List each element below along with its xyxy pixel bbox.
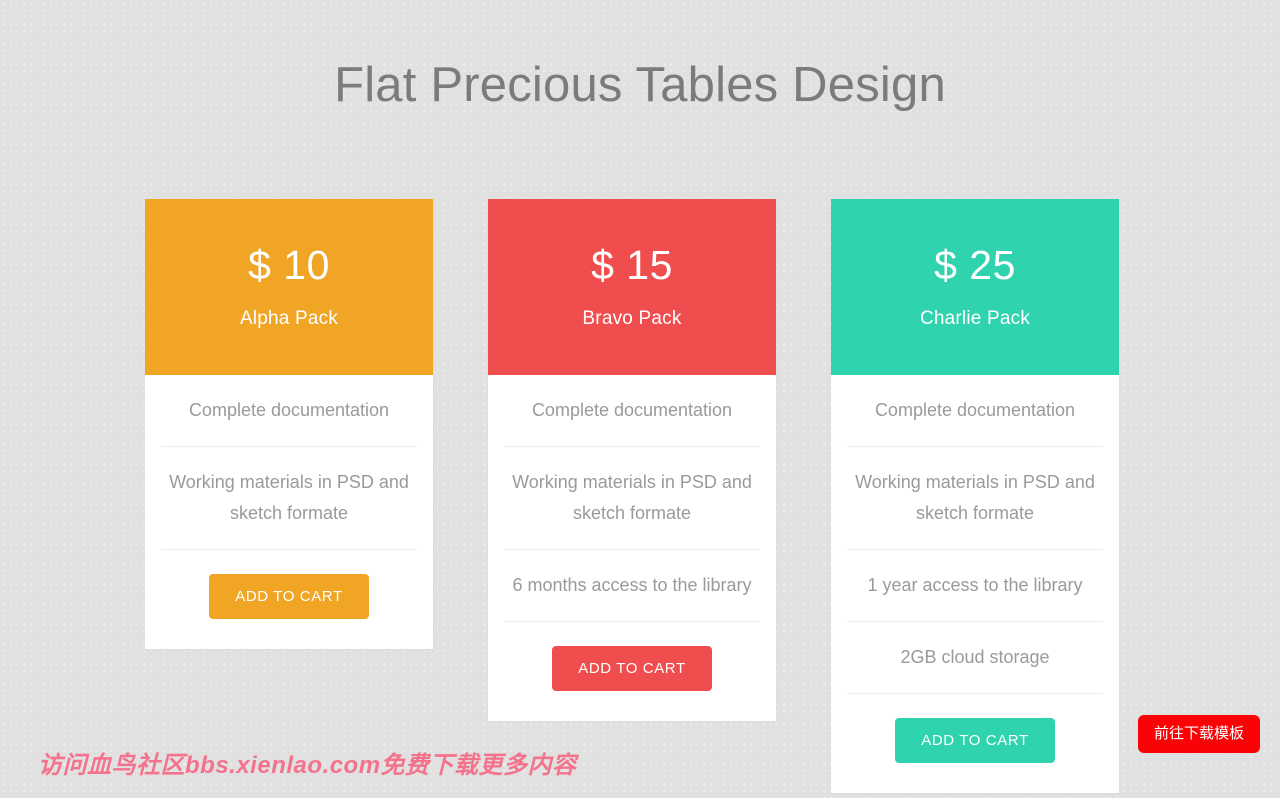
card-feature-item: Complete documentation [504, 375, 760, 447]
card-plan-name: Bravo Pack [582, 307, 682, 329]
page-title: Flat Precious Tables Design [334, 58, 946, 112]
pricing-card: $ 25 Charlie Pack Complete documentation Wo… [831, 199, 1119, 793]
pricing-cards-container: $ 10 Alpha Pack Complete documentation Work… [145, 199, 1135, 793]
card-feature-item: Working materials in PSD and sketch form… [847, 447, 1103, 550]
card-feature-item: 6 months access to the library [504, 550, 760, 622]
card-feature-item: 2GB cloud storage [847, 622, 1103, 694]
add-to-cart-button[interactable]: ADD TO CART [552, 645, 712, 691]
download-template-button[interactable]: 前往下载模板 [1137, 715, 1260, 753]
card-header: $ 15 Bravo Pack [488, 199, 776, 375]
card-price: $ 15 [591, 241, 673, 288]
card-header: $ 25 Charlie Pack [831, 199, 1119, 375]
watermark-text: 访问血鸟社区bbs.xienlao.com免费下载更多内容 [38, 752, 577, 779]
add-to-cart-button[interactable]: ADD TO CART [895, 717, 1055, 763]
add-to-cart-button[interactable]: ADD TO CART [209, 573, 369, 619]
card-price: $ 25 [934, 241, 1016, 288]
card-footer: ADD TO CART [831, 694, 1119, 793]
card-price: $ 10 [248, 241, 330, 288]
pricing-card: $ 10 Alpha Pack Complete documentation Work… [145, 199, 433, 649]
card-feature-list: Complete documentation Working materials … [831, 375, 1119, 694]
card-feature-item: Working materials in PSD and sketch form… [161, 447, 417, 550]
card-plan-name: Charlie Pack [919, 307, 1031, 329]
card-footer: ADD TO CART [145, 550, 433, 649]
card-feature-item: Complete documentation [161, 375, 417, 447]
card-feature-item: Working materials in PSD and sketch form… [504, 447, 760, 550]
card-feature-item: Complete documentation [847, 375, 1103, 447]
pricing-card: $ 15 Bravo Pack Complete documentation Work… [488, 199, 776, 721]
card-feature-list: Complete documentation Working materials … [488, 375, 776, 622]
card-plan-name: Alpha Pack [239, 307, 339, 329]
card-feature-list: Complete documentation Working materials … [145, 375, 433, 550]
card-header: $ 10 Alpha Pack [145, 199, 433, 375]
card-footer: ADD TO CART [488, 622, 776, 721]
card-feature-item: 1 year access to the library [847, 550, 1103, 622]
